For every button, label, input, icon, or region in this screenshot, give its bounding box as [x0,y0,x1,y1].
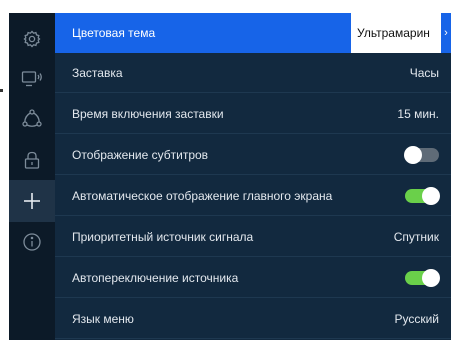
plus-icon [22,191,42,211]
toggle-knob [404,146,422,164]
sidebar-item-general[interactable] [9,18,55,60]
color-theme-value: Ультрамарин [357,26,430,40]
setting-row-menu-language[interactable]: Язык меню Русский [55,299,451,339]
setting-value: 15 мин. [397,107,439,121]
auto-source-toggle[interactable] [405,269,440,287]
sidebar-item-add[interactable] [9,180,55,222]
subtitles-toggle[interactable] [404,146,439,164]
info-icon [22,232,42,252]
setting-label: Время включения заставки [72,107,224,121]
setting-row-subtitles[interactable]: Отображение субтитров [55,135,451,175]
setting-value: Русский [394,312,439,326]
setting-label: Автоматическое отображение главного экра… [72,189,333,203]
sidebar-item-info[interactable] [9,221,55,263]
sidebar-item-network[interactable] [9,98,55,140]
setting-value: Часы [409,66,439,80]
auto-home-toggle[interactable] [405,187,440,205]
setting-label: Отображение субтитров [72,148,209,162]
setting-row-color-theme[interactable]: Цветовая тема Ультрамарин › [55,13,451,53]
color-theme-select[interactable]: Ультрамарин › [351,13,451,53]
chevron-right-icon[interactable]: › [441,13,451,53]
sidebar-item-display[interactable] [9,58,55,100]
setting-label: Язык меню [72,312,134,326]
setting-label: Автопереключение источника [72,271,239,285]
setting-label: Цветовая тема [72,26,156,40]
sidebar-item-lock[interactable] [9,139,55,181]
setting-row-auto-home[interactable]: Автоматическое отображение главного экра… [55,176,451,216]
network-nodes-icon [21,108,43,130]
setting-label: Заставка [72,66,123,80]
toggle-knob [422,269,440,287]
setting-row-screensaver[interactable]: Заставка Часы [55,53,451,93]
tv-signal-icon [21,70,43,88]
lock-icon [23,150,41,170]
sidebar [9,13,55,340]
toggle-knob [422,187,440,205]
gear-icon [22,29,42,49]
settings-panel: Цветовая тема Ультрамарин › Заставка Час… [55,13,451,340]
setting-row-priority-source[interactable]: Приоритетный источник сигнала Спутник [55,217,451,257]
edge-mark [0,89,3,92]
setting-row-auto-source-switch[interactable]: Автопереключение источника [55,258,451,298]
setting-value: Спутник [393,230,439,244]
setting-label: Приоритетный источник сигнала [72,230,254,244]
setting-row-screensaver-time[interactable]: Время включения заставки 15 мин. [55,94,451,134]
